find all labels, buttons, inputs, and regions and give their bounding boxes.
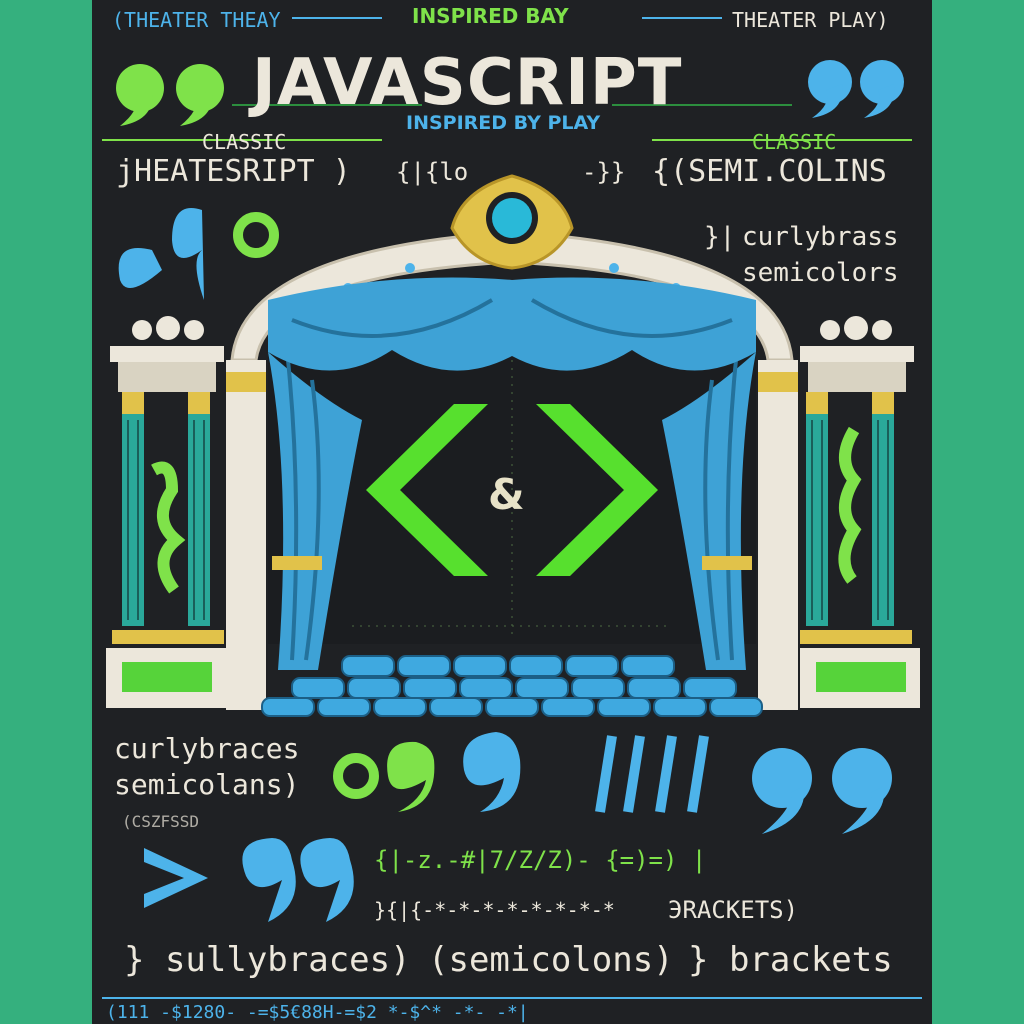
subtitle: INSPIRED BY PLAY <box>406 112 601 134</box>
mid-braces: -}} <box>582 158 626 186</box>
header-top-center: INSPIRED BAY <box>412 4 569 28</box>
double-quote-icon <box>118 208 279 300</box>
header-top-left: (THEATER THEAY <box>112 8 281 32</box>
double-quote-icon <box>116 64 224 126</box>
right-tower <box>800 316 920 708</box>
classic-right-label: CLASSIC <box>752 130 837 154</box>
left-braces: {|{lo <box>396 158 469 186</box>
bottom-code-small: (CSZFSSD <box>122 812 200 831</box>
footer-word-2: (semicolons) <box>428 940 674 980</box>
bottom-line2: semicolans) <box>114 768 300 801</box>
right-brace: }| <box>704 222 736 252</box>
right-side-line1: curlybrass <box>742 222 899 252</box>
double-quote-icon <box>808 60 904 118</box>
double-quote-icon <box>242 838 354 922</box>
ampersand-label: & <box>488 470 525 519</box>
bottom-line1: curlybraces <box>114 732 300 765</box>
header-top-right: THEATER PLAY) <box>732 8 889 32</box>
left-tower <box>106 316 226 708</box>
page-title: JAVASCRIPT <box>252 46 683 120</box>
classic-left-label: CLASSIC <box>202 130 287 154</box>
poster: (THEATER THEAY INSPIRED BAY THEATER PLAY… <box>92 0 932 1024</box>
audience-seats <box>261 655 763 717</box>
footer-code: (111 -$1280- -=$5€88H-=$2 *-$^* -*- -*| <box>106 1002 529 1023</box>
footer-word-3: } brackets <box>688 940 893 980</box>
greater-than-icon <box>144 848 208 908</box>
bottom-brackets-small: ЭRACKETS) <box>668 896 799 924</box>
footer-word-1: } sullybraces) <box>124 940 411 980</box>
bottom-code-row1: {|-z.-#|7/Z/Z)- {=)=) | <box>374 846 707 874</box>
right-code-line: {(SEMI.COLINS <box>652 154 887 189</box>
right-side-line2: semicolors <box>742 258 899 288</box>
bottom-code-row2: }{|{-*-*-*-*-*-*-*-* <box>374 898 615 922</box>
brace-icons <box>595 735 709 813</box>
left-code-line: jHEATESRIPT ) <box>116 154 351 189</box>
